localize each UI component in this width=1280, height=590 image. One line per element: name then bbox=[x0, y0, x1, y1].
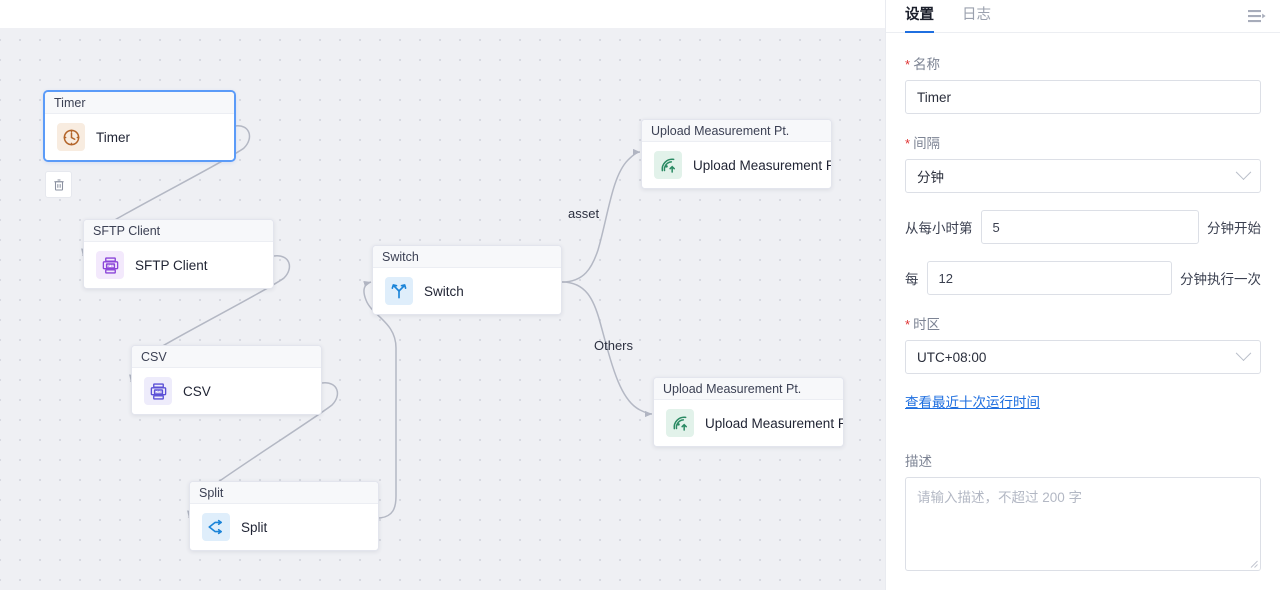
flow-node-label: Switch bbox=[424, 284, 464, 299]
timer-settings-form: * 名称 Timer * 间隔 分钟 从每小时第 bbox=[886, 33, 1280, 571]
edge-label-asset: asset bbox=[568, 206, 599, 221]
sftp-printer-icon: SFTP bbox=[96, 251, 124, 279]
properties-panel: 设置 日志 * 名称 T bbox=[885, 0, 1280, 590]
flow-node-body: Timer bbox=[45, 114, 234, 160]
tab-logs-label: 日志 bbox=[962, 7, 991, 23]
field-timezone-label: * 时区 bbox=[905, 313, 1261, 333]
every-suffix: 分钟执行一次 bbox=[1180, 268, 1261, 288]
flow-node-sftp-client[interactable]: SFTP Client SFTP SFTP Client bbox=[83, 219, 274, 289]
field-start-offset: 从每小时第 5 分钟开始 bbox=[905, 210, 1261, 244]
tab-settings-label: 设置 bbox=[905, 7, 934, 23]
svg-text:SFTP: SFTP bbox=[106, 264, 115, 268]
start-offset-input[interactable]: 5 bbox=[981, 210, 1200, 244]
flow-node-body: Switch bbox=[373, 268, 561, 314]
required-asterisk: * bbox=[905, 58, 910, 71]
description-placeholder: 请输入描述，不超过 200 字 bbox=[917, 490, 1082, 505]
flow-node-body: Split bbox=[190, 504, 378, 550]
timezone-select[interactable]: UTC+08:00 bbox=[905, 340, 1261, 374]
field-timezone: * 时区 UTC+08:00 bbox=[905, 313, 1261, 374]
flow-node-label: Timer bbox=[96, 130, 130, 145]
upload-measurement-icon bbox=[666, 409, 694, 437]
flow-node-timer[interactable]: Timer Timer bbox=[44, 91, 235, 161]
chevron-down-icon bbox=[1236, 345, 1252, 361]
flow-node-body: Upload Measurement Pt. bbox=[642, 142, 831, 188]
resize-grip-icon[interactable] bbox=[1247, 557, 1258, 568]
tab-logs[interactable]: 日志 bbox=[962, 3, 991, 32]
field-timezone-label-text: 时区 bbox=[913, 313, 940, 333]
clock-icon bbox=[57, 123, 85, 151]
collapse-panel-icon bbox=[1248, 9, 1266, 24]
flow-node-switch[interactable]: Switch Switch bbox=[372, 245, 562, 315]
field-name-label-text: 名称 bbox=[913, 53, 940, 73]
flow-node-upload-measurement-pt-2[interactable]: Upload Measurement Pt. Upload Measuremen… bbox=[653, 377, 844, 447]
edge-label-others: Others bbox=[594, 338, 633, 353]
flow-node-upload-measurement-pt-1[interactable]: Upload Measurement Pt. Upload Measuremen… bbox=[641, 119, 832, 189]
required-asterisk: * bbox=[905, 137, 910, 150]
start-offset-prefix: 从每小时第 bbox=[905, 217, 973, 237]
flow-node-header: Timer bbox=[45, 92, 234, 114]
start-offset-suffix: 分钟开始 bbox=[1207, 217, 1261, 237]
split-icon bbox=[202, 513, 230, 541]
flow-node-label: SFTP Client bbox=[135, 258, 208, 273]
field-interval: * 间隔 分钟 bbox=[905, 132, 1261, 193]
collapse-panel-button[interactable] bbox=[1246, 6, 1268, 26]
view-next-runs-link[interactable]: 查看最近十次运行时间 bbox=[905, 391, 1040, 411]
panel-tab-bar: 设置 日志 bbox=[886, 0, 1280, 33]
flow-canvas[interactable]: Timer Timer SFTP Client bbox=[0, 0, 885, 590]
every-value: 12 bbox=[939, 271, 953, 286]
field-name: * 名称 Timer bbox=[905, 53, 1261, 114]
flow-node-label: Upload Measurement Pt. bbox=[693, 158, 832, 173]
flow-node-header: Switch bbox=[373, 246, 561, 268]
name-input[interactable]: Timer bbox=[905, 80, 1261, 114]
app-root: Timer Timer SFTP Client bbox=[0, 0, 1280, 590]
field-every: 每 12 分钟执行一次 bbox=[905, 261, 1261, 295]
every-input[interactable]: 12 bbox=[927, 261, 1173, 295]
flow-node-header: Split bbox=[190, 482, 378, 504]
svg-text:CSV: CSV bbox=[154, 390, 162, 394]
switch-icon bbox=[385, 277, 413, 305]
flow-node-csv[interactable]: CSV CSV CSV bbox=[131, 345, 322, 415]
timezone-select-value: UTC+08:00 bbox=[917, 350, 986, 365]
required-asterisk: * bbox=[905, 318, 910, 331]
upload-measurement-icon bbox=[654, 151, 682, 179]
flow-node-label: Split bbox=[241, 520, 267, 535]
start-offset-value: 5 bbox=[993, 220, 1000, 235]
flow-node-header: Upload Measurement Pt. bbox=[642, 120, 831, 142]
flow-node-body: SFTP SFTP Client bbox=[84, 242, 273, 288]
trash-icon bbox=[52, 178, 66, 192]
field-interval-label-text: 间隔 bbox=[913, 132, 940, 152]
flow-node-body: CSV CSV bbox=[132, 368, 321, 414]
field-interval-label: * 间隔 bbox=[905, 132, 1261, 152]
flow-node-body: Upload Measurement Pt. bbox=[654, 400, 843, 446]
flow-node-header: SFTP Client bbox=[84, 220, 273, 242]
flow-node-split[interactable]: Split Split bbox=[189, 481, 379, 551]
description-textarea[interactable]: 请输入描述，不超过 200 字 bbox=[905, 477, 1261, 571]
flow-node-header: Upload Measurement Pt. bbox=[654, 378, 843, 400]
tab-settings[interactable]: 设置 bbox=[905, 3, 934, 32]
interval-select[interactable]: 分钟 bbox=[905, 159, 1261, 193]
field-name-label: * 名称 bbox=[905, 53, 1261, 73]
flow-node-header: CSV bbox=[132, 346, 321, 368]
name-input-value: Timer bbox=[917, 90, 951, 105]
interval-select-value: 分钟 bbox=[917, 166, 944, 186]
flow-node-label: CSV bbox=[183, 384, 211, 399]
chevron-down-icon bbox=[1236, 164, 1252, 180]
every-prefix: 每 bbox=[905, 268, 919, 288]
flow-node-label: Upload Measurement Pt. bbox=[705, 416, 844, 431]
field-description-label: 描述 bbox=[905, 450, 1261, 470]
delete-node-button[interactable] bbox=[45, 171, 72, 198]
csv-printer-icon: CSV bbox=[144, 377, 172, 405]
